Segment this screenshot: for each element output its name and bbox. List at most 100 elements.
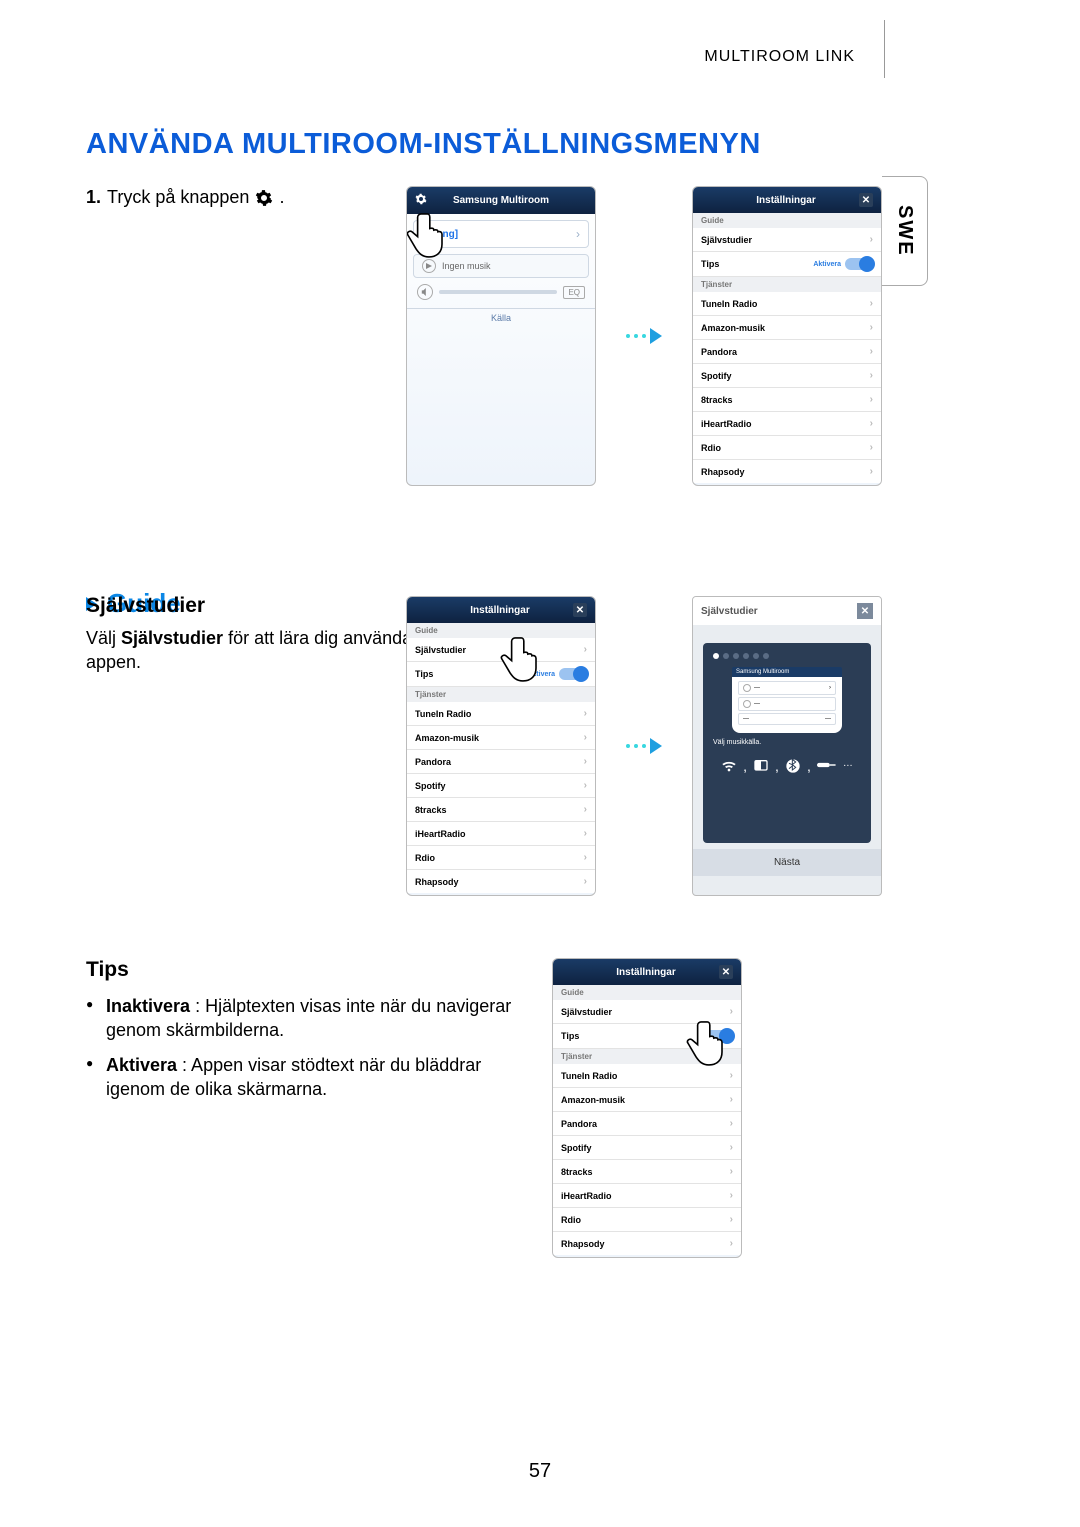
sjalvstudier-screens: Inställningar ✕ Guide Självstudier› Tips… — [406, 596, 882, 896]
label: 8tracks — [415, 805, 447, 815]
service-item[interactable]: TuneIn Radio› — [407, 702, 595, 726]
pointing-hand-icon — [683, 1017, 735, 1069]
app-title: Samsung Multiroom — [453, 195, 549, 206]
tips-toggle[interactable] — [559, 668, 587, 680]
service-item[interactable]: iHeartRadio› — [553, 1184, 741, 1208]
settings-header: Inställningar ✕ — [693, 187, 881, 213]
next-button[interactable]: Nästa — [693, 849, 881, 876]
service-item[interactable]: Pandora› — [407, 750, 595, 774]
chevron-right-icon: › — [870, 442, 873, 453]
service-item[interactable]: TuneIn Radio› — [693, 292, 881, 316]
chevron-right-icon: › — [584, 876, 587, 887]
service-item[interactable]: Rhapsody › — [693, 460, 881, 483]
service-item[interactable]: Pandora› — [553, 1112, 741, 1136]
label: TuneIn Radio — [561, 1071, 617, 1081]
flow-arrow — [626, 738, 662, 754]
aux-icon — [817, 758, 837, 777]
item-sjalvstudier[interactable]: Självstudier› — [693, 228, 881, 252]
label: Pandora — [701, 347, 737, 357]
service-item[interactable]: Spotify› — [553, 1136, 741, 1160]
wifi-icon — [721, 758, 737, 777]
eq-button[interactable]: EQ — [563, 286, 585, 299]
service-item[interactable]: Spotify› — [693, 364, 881, 388]
chevron-right-icon: › — [730, 1190, 733, 1201]
mini-title: Samsung Multiroom — [732, 667, 842, 677]
mini-row: —— — [738, 713, 836, 725]
chevron-right-icon: › — [730, 1070, 733, 1081]
chevron-right-icon: › — [870, 346, 873, 357]
bold-text: Självstudier — [121, 628, 223, 648]
close-icon[interactable]: ✕ — [857, 603, 873, 619]
section-services: Tjänster — [407, 687, 595, 702]
volume-slider[interactable] — [439, 290, 557, 294]
chevron-right-icon: › — [870, 466, 873, 477]
service-item[interactable]: Amazon-musik› — [407, 726, 595, 750]
close-icon[interactable]: ✕ — [859, 193, 873, 207]
mini-row: —› — [738, 681, 836, 695]
screenshot-tutorial: Självstudier ✕ Samsung Multiroom —› — ——… — [692, 596, 882, 896]
service-item[interactable]: Rhapsody› — [553, 1232, 741, 1255]
toggle-label: Aktivera — [813, 261, 841, 268]
pointing-hand-icon — [497, 633, 549, 685]
screenshot-settings: Inställningar ✕ Guide Självstudier› Tips… — [692, 186, 882, 486]
label: Självstudier — [415, 645, 466, 655]
tips-screen: Inställningar ✕ Guide Självstudier› Tips… — [552, 958, 742, 1258]
label: Rdio — [415, 853, 435, 863]
mute-icon[interactable] — [417, 284, 433, 300]
service-item[interactable]: 8tracks› — [553, 1160, 741, 1184]
service-item[interactable]: Rdio › — [407, 846, 595, 870]
service-item[interactable]: Spotify› — [407, 774, 595, 798]
label: Rhapsody — [561, 1239, 605, 1249]
settings-header: Inställningar ✕ — [553, 959, 741, 985]
tips-toggle[interactable] — [845, 258, 873, 270]
label: Rdio — [701, 443, 721, 453]
close-icon[interactable]: ✕ — [573, 603, 587, 617]
item-tips[interactable]: Tips Aktivera — [693, 252, 881, 277]
tips-heading: Tips — [86, 958, 526, 982]
section-guide: Guide — [693, 213, 881, 228]
connectivity-icons: , , , … — [713, 758, 861, 777]
label: 8tracks — [701, 395, 733, 405]
chevron-right-icon: › — [870, 418, 873, 429]
language-code: SWE — [893, 205, 916, 257]
play-icon[interactable] — [422, 259, 436, 273]
chevron-right-icon: › — [870, 370, 873, 381]
service-item[interactable]: Amazon-musik› — [553, 1088, 741, 1112]
chevron-right-icon: › — [730, 1006, 733, 1017]
chevron-right-icon: › — [870, 234, 873, 245]
service-item[interactable]: Rdio › — [693, 436, 881, 460]
label: 8tracks — [561, 1167, 593, 1177]
step-text: Tryck på knappen — [107, 187, 249, 208]
pager-dots — [713, 653, 861, 659]
no-music-label: Ingen musik — [442, 261, 491, 271]
page-number: 57 — [529, 1460, 551, 1483]
source-button[interactable]: Källa — [407, 308, 595, 327]
screenshot-multiroom-app: Samsung Multiroom msung] › Ingen musik E… — [406, 186, 596, 486]
volume-row: EQ — [413, 284, 589, 300]
label: TuneIn Radio — [415, 709, 471, 719]
sjalvstudier-body: Välj Självstudier för att lära dig använ… — [86, 626, 426, 675]
section-services: Tjänster — [693, 277, 881, 292]
chevron-right-icon: › — [584, 852, 587, 863]
service-item[interactable]: iHeartRadio› — [407, 822, 595, 846]
step1-screens: Samsung Multiroom msung] › Ingen musik E… — [406, 186, 882, 486]
service-item[interactable]: 8tracks› — [693, 388, 881, 412]
service-item[interactable]: Amazon-musik› — [693, 316, 881, 340]
tutorial-slide: Samsung Multiroom —› — —— Välj musikkäll… — [703, 643, 871, 843]
label: Spotify — [415, 781, 446, 791]
service-item[interactable]: Rhapsody› — [407, 870, 595, 893]
label: TuneIn Radio — [701, 299, 757, 309]
label: Tips — [415, 669, 433, 679]
chevron-right-icon: › — [584, 804, 587, 815]
service-item[interactable]: iHeartRadio› — [693, 412, 881, 436]
service-item[interactable]: Rdio› — [553, 1208, 741, 1232]
label: Rhapsody — [701, 467, 745, 477]
close-icon[interactable]: ✕ — [719, 965, 733, 979]
gear-icon — [255, 187, 273, 208]
gear-icon[interactable] — [415, 193, 427, 208]
label: Pandora — [415, 757, 451, 767]
chevron-right-icon: › — [730, 1094, 733, 1105]
service-item[interactable]: 8tracks › — [407, 798, 595, 822]
service-item[interactable]: Pandora › — [693, 340, 881, 364]
chevron-right-icon: › — [584, 828, 587, 839]
